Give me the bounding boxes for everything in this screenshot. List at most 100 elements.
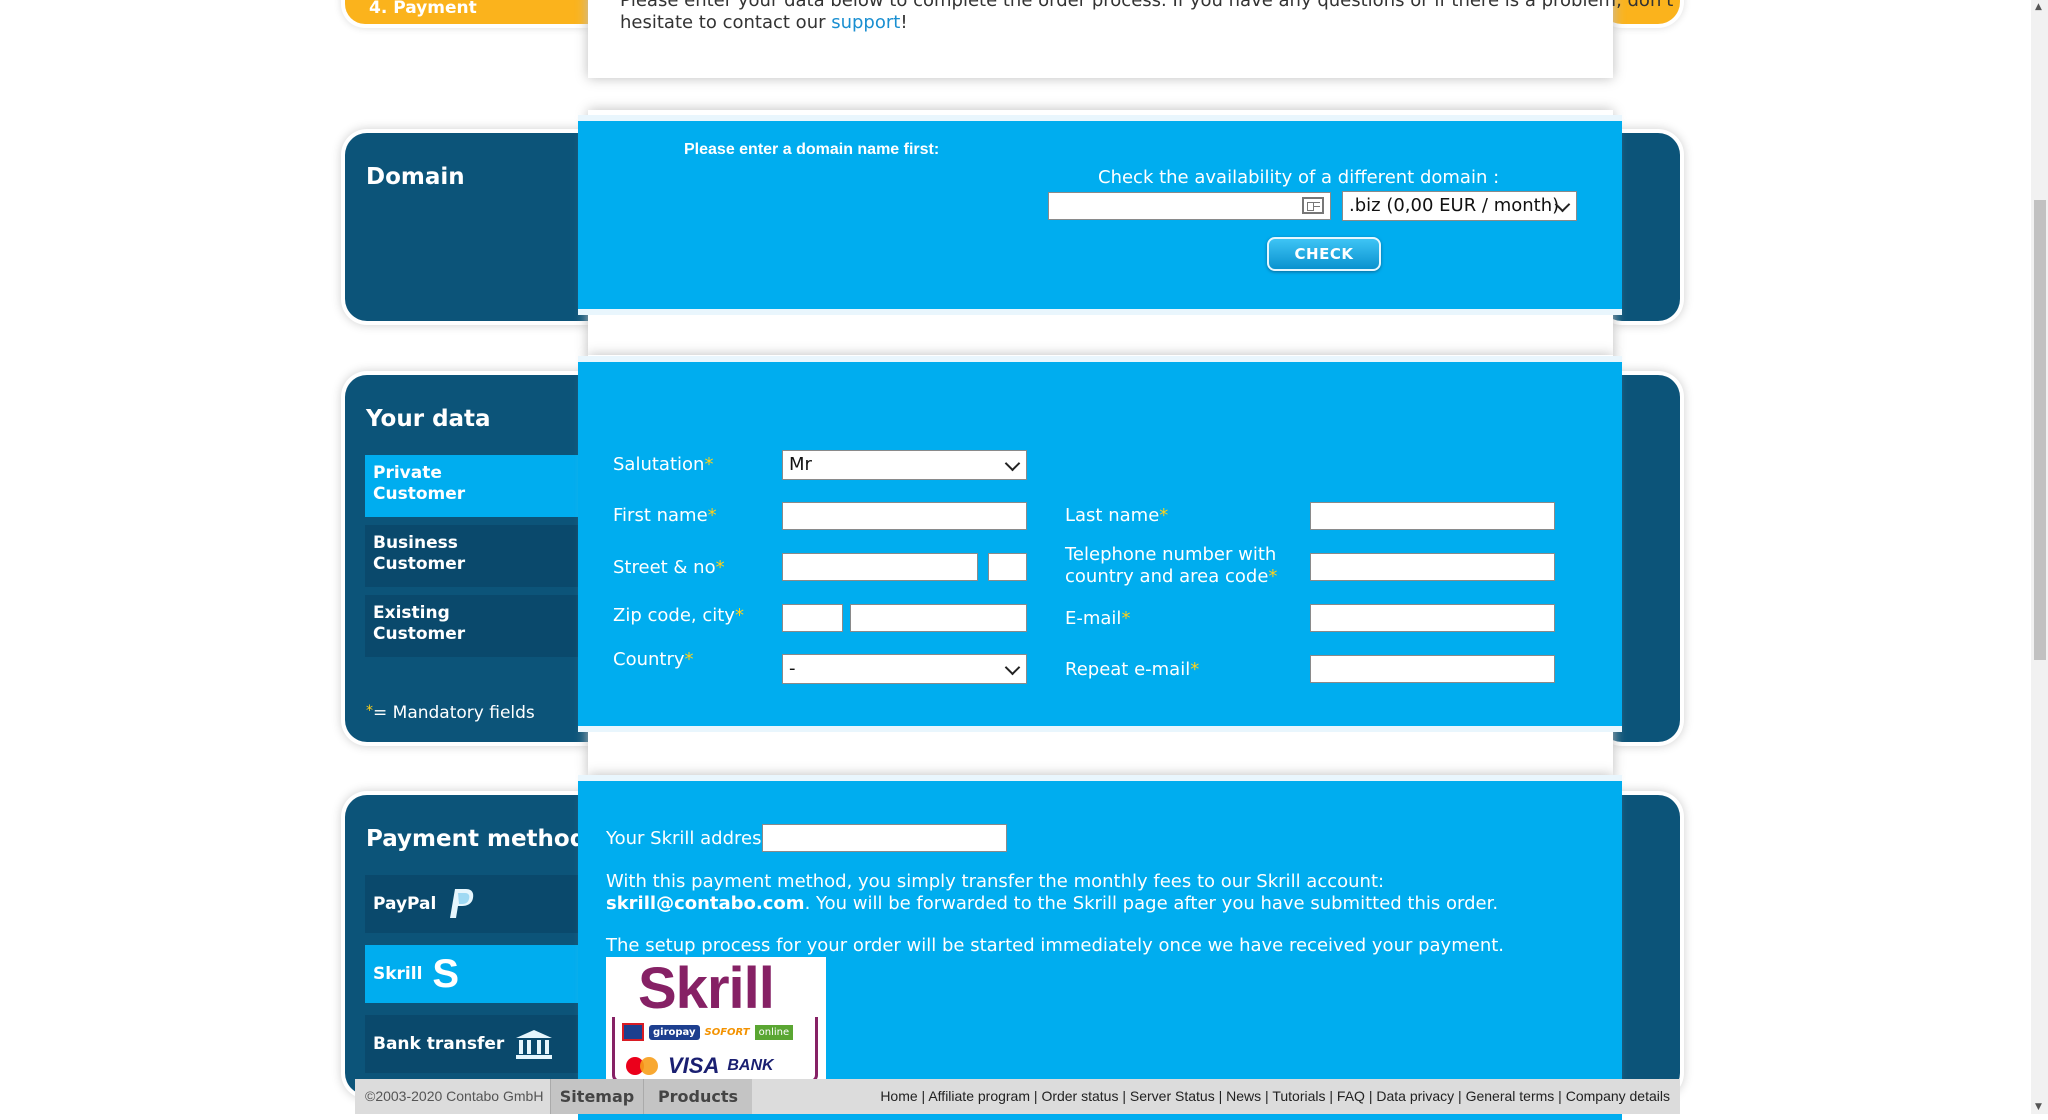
step-tab-label: 4. Payment [369, 0, 477, 18]
check-button-label: CHECK [1294, 245, 1354, 263]
phone-label-line-2: country and area code [1065, 566, 1269, 587]
last-name-input[interactable] [1310, 502, 1555, 530]
footer-tab-products-label: Products [657, 1087, 739, 1106]
street-input[interactable] [782, 553, 978, 581]
footer-link-general-terms[interactable]: General terms [1466, 1088, 1555, 1104]
footer-link-faq[interactable]: FAQ [1337, 1088, 1365, 1104]
country-label-text: Country [613, 649, 685, 670]
payment-method-paypal-label: PayPal [373, 894, 437, 914]
domain-form-panel: Please enter a domain name first: Check … [578, 115, 1622, 315]
required-mark: * [684, 649, 694, 670]
required-mark: * [1268, 566, 1278, 587]
mandatory-star: * [366, 703, 373, 719]
scroll-up-arrow-icon[interactable]: ▲ [2035, 2, 2042, 12]
tab-business-customer[interactable]: Business Customer [365, 525, 579, 587]
online-badge: online [754, 1024, 794, 1040]
phone-input[interactable] [1310, 553, 1555, 581]
phone-label-line-1: Telephone number with [1065, 544, 1277, 565]
intro-line-2-prefix: hesitate to contact our [620, 12, 832, 33]
repeat-email-label: Repeat e-mail* [1065, 659, 1199, 681]
required-mark: * [704, 454, 714, 475]
salutation-select[interactable]: Mr [782, 450, 1027, 480]
mandatory-note-text: = Mandatory fields [373, 703, 535, 723]
mandatory-note: *= Mandatory fields [366, 703, 535, 723]
last-name-label-text: Last name [1065, 505, 1160, 526]
domain-section-title: Domain [366, 164, 465, 190]
your-data-form-panel: Salutation* Mr First name* Last name* St… [578, 356, 1622, 732]
email-input[interactable] [1310, 604, 1555, 632]
tab-private-customer-label: Private Customer [373, 463, 466, 504]
salutation-select-value: Mr [789, 454, 812, 475]
footer-link-home[interactable]: Home [880, 1088, 917, 1104]
skrill-info: With this payment method, you simply tra… [606, 871, 1504, 957]
paypal-icon [450, 889, 474, 918]
intro-panel: Please enter your data below to complete… [588, 0, 1674, 78]
domain-check-label: Check the availability of a different do… [1098, 167, 1500, 188]
required-mark: * [1159, 505, 1169, 526]
email-label: E-mail* [1065, 608, 1130, 630]
intro-line-2-suffix: ! [900, 12, 908, 33]
footer-link-tutorials[interactable]: Tutorials [1272, 1088, 1325, 1104]
tab-business-customer-label: Business Customer [373, 533, 466, 574]
footer-tab-products[interactable]: Products [643, 1079, 752, 1114]
intro-line-1: Please enter your data below to complete… [620, 0, 1674, 11]
domain-input[interactable] [1048, 192, 1331, 220]
first-name-label-text: First name [613, 505, 708, 526]
scrollbar-thumb[interactable] [2034, 200, 2046, 660]
logo-badge-row-2: VISA BANK [626, 1053, 774, 1079]
sofort-badge: SOFORT [704, 1026, 750, 1038]
mastercard-icon [626, 1057, 660, 1075]
country-label: Country* [613, 649, 694, 671]
payment-method-skrill-label: Skrill [373, 964, 423, 984]
skrill-logo: Skrill giropay SOFORT online VISA BANK [606, 956, 826, 1087]
bank-badge: BANK [727, 1057, 774, 1074]
skrill-info-line-2-rest: . You will be forwarded to the Skrill pa… [804, 893, 1499, 914]
scroll-down-arrow-icon[interactable]: ▼ [2035, 1102, 2042, 1112]
your-data-section-title: Your data [366, 406, 491, 432]
payment-method-bank-transfer-label: Bank transfer [373, 1034, 505, 1054]
required-mark: * [715, 557, 725, 578]
required-mark: * [707, 505, 717, 526]
tab-existing-customer-label: Existing Customer [373, 603, 466, 644]
footer: ©2003-2020 Contabo GmbH Sitemap Products… [355, 1079, 1680, 1114]
house-number-input[interactable] [988, 553, 1027, 581]
phone-label: Telephone number with country and area c… [1065, 544, 1277, 588]
page-scrollbar[interactable]: ▲ ▼ [2031, 0, 2048, 1114]
check-button[interactable]: CHECK [1267, 237, 1381, 271]
first-name-input[interactable] [782, 502, 1027, 530]
footer-link-data-privacy[interactable]: Data privacy [1376, 1088, 1454, 1104]
skrill-address-input[interactable] [762, 824, 1007, 852]
ec-icon [622, 1023, 644, 1041]
support-link[interactable]: support [831, 12, 900, 33]
skrill-s-icon: S [432, 952, 460, 996]
domain-prompt: Please enter a domain name first: [684, 141, 940, 158]
payment-form-panel: Your Skrill address With this payment me… [578, 775, 1622, 1120]
repeat-email-label-text: Repeat e-mail [1065, 659, 1191, 680]
tld-select-value: .biz (0,00 EUR / month) [1349, 195, 1560, 216]
country-select-value: - [789, 658, 796, 679]
tab-private-customer[interactable]: Private Customer [365, 455, 579, 517]
country-select[interactable]: - [782, 654, 1027, 684]
giropay-badge: giropay [649, 1024, 700, 1040]
tld-select[interactable]: .biz (0,00 EUR / month) [1342, 191, 1577, 221]
footer-link-order-status[interactable]: Order status [1041, 1088, 1118, 1104]
salutation-label-text: Salutation [613, 454, 705, 475]
repeat-email-input[interactable] [1310, 655, 1555, 683]
tab-existing-customer[interactable]: Existing Customer [365, 595, 579, 657]
email-label-text: E-mail [1065, 608, 1122, 629]
city-input[interactable] [850, 604, 1027, 632]
zip-city-label: Zip code, city* [613, 605, 744, 627]
footer-link-affiliate[interactable]: Affiliate program [928, 1088, 1030, 1104]
first-name-label: First name* [613, 505, 717, 527]
footer-link-company-details[interactable]: Company details [1566, 1088, 1670, 1104]
footer-tab-sitemap[interactable]: Sitemap [550, 1079, 643, 1114]
payment-method-paypal[interactable]: PayPal [365, 875, 579, 933]
required-mark: * [734, 605, 744, 626]
footer-link-server-status[interactable]: Server Status [1130, 1088, 1215, 1104]
chevron-down-icon [1004, 455, 1021, 472]
footer-link-news[interactable]: News [1226, 1088, 1261, 1104]
payment-method-skrill[interactable]: Skrill S [365, 945, 579, 1003]
payment-method-bank-transfer[interactable]: Bank transfer [365, 1015, 579, 1073]
zip-input[interactable] [782, 604, 843, 632]
footer-copyright: ©2003-2020 Contabo GmbH [365, 1088, 544, 1104]
